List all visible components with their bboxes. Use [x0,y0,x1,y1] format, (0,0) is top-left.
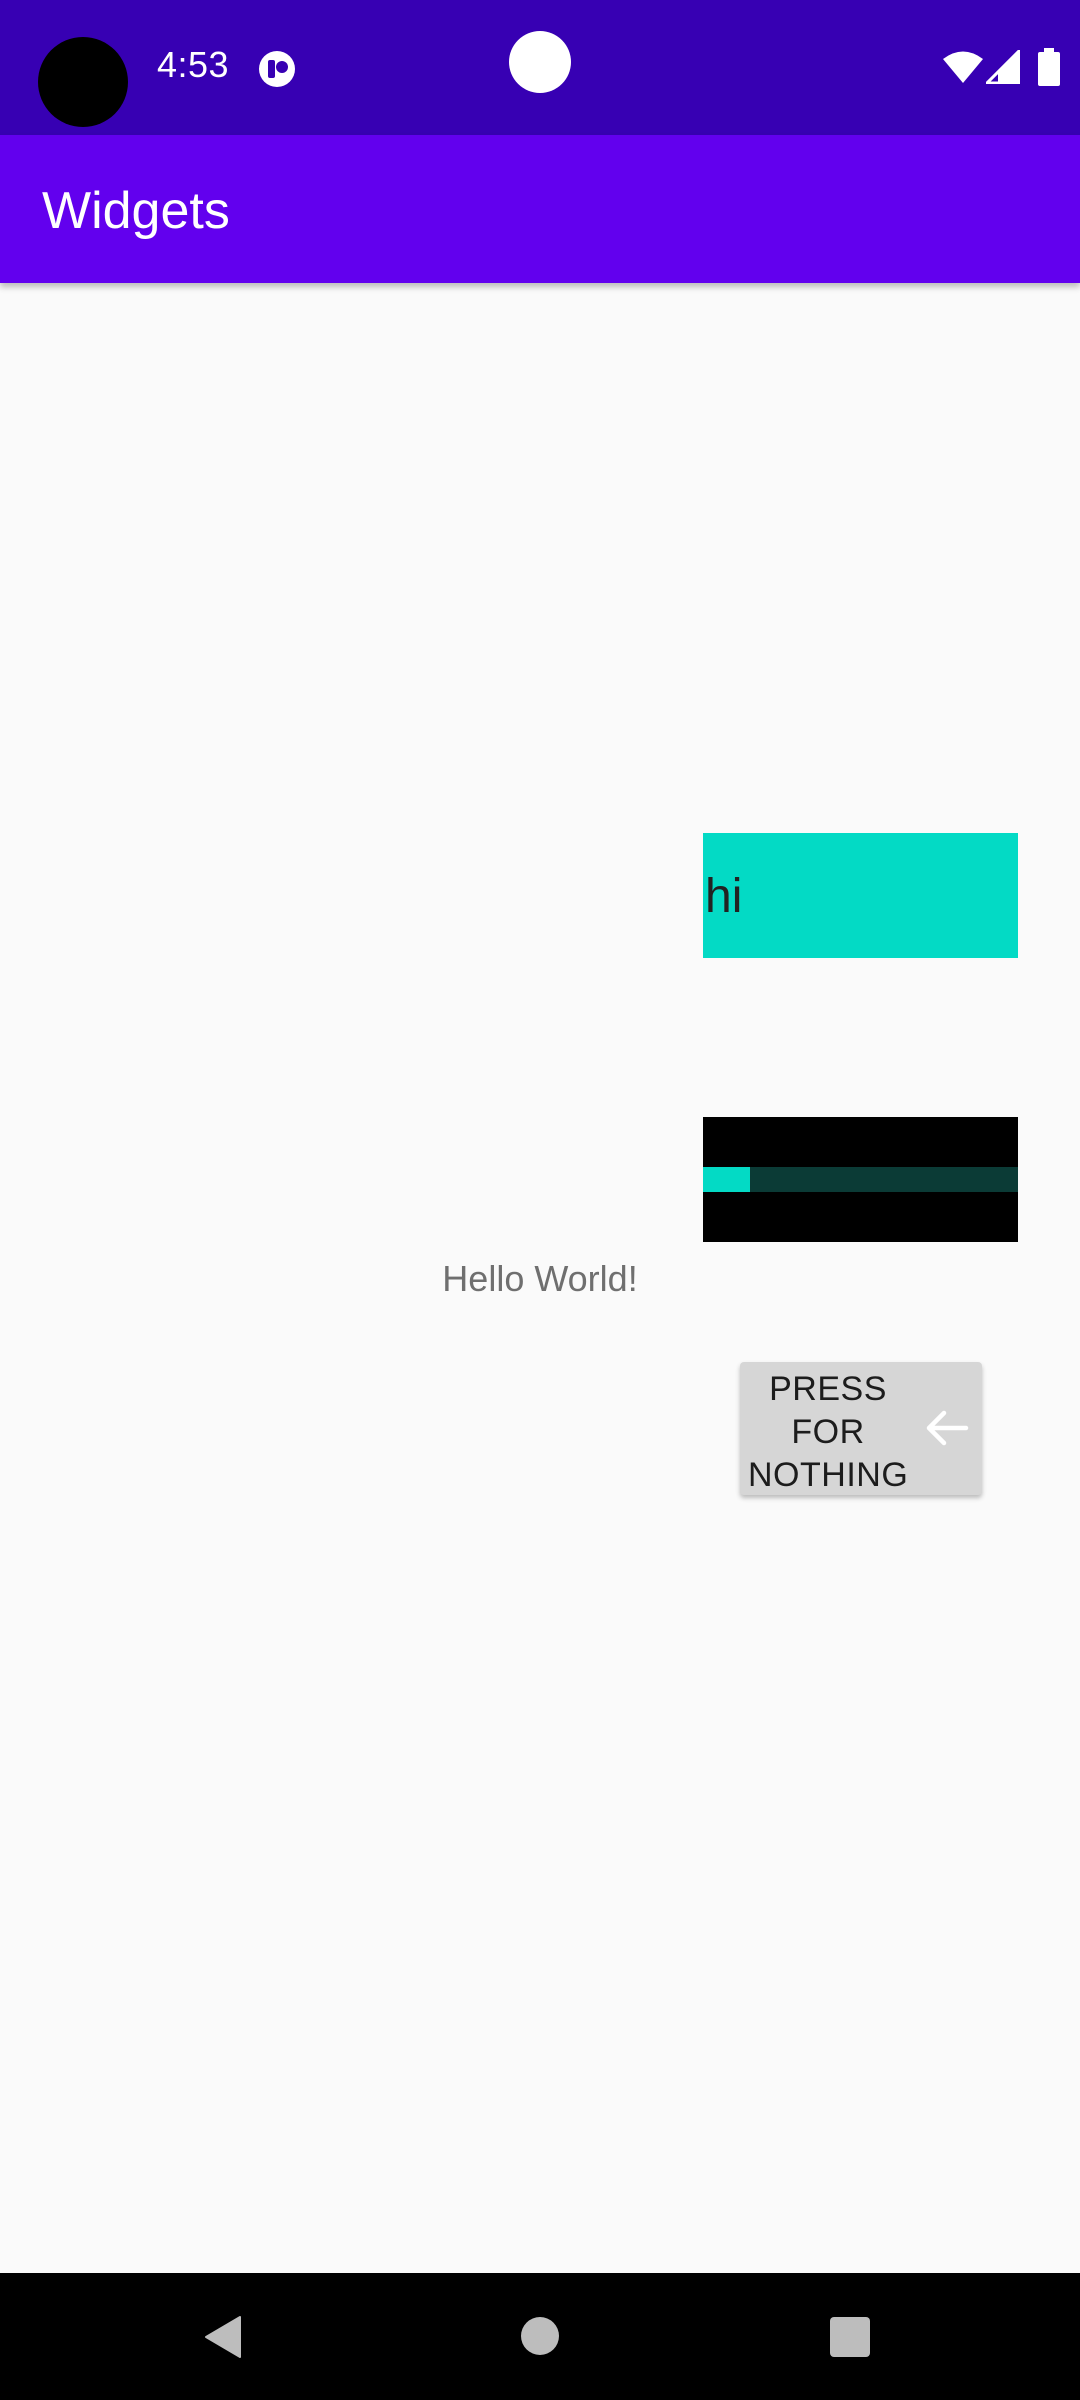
app-bar: Widgets [0,135,1080,283]
cell-signal-icon [986,50,1020,84]
hello-world-text: Hello World! [442,1258,638,1299]
text-input-box[interactable]: hi [703,833,1018,958]
arrow-left-icon [926,1410,969,1446]
progress-track [703,1167,1018,1192]
progress-bar-container [703,1117,1018,1242]
wifi-icon [943,51,983,83]
camera-cutout-icon [38,37,128,127]
status-time: 4:53 [157,44,230,85]
app-screen: 4:53 Widgets hi Hello World! PRESS FOR N… [0,0,1080,2400]
status-bar: 4:53 [0,0,1080,135]
home-icon[interactable] [521,2317,559,2355]
text-input-value: hi [705,870,743,923]
front-camera-icon [509,31,571,93]
battery-icon [1038,48,1060,86]
navigation-bar [0,2273,1080,2400]
button-label: PRESS FOR NOTHING [748,1370,909,1494]
recents-icon[interactable] [830,2317,870,2357]
press-for-nothing-button[interactable]: PRESS FOR NOTHING [740,1362,982,1495]
notification-app-icon [259,51,295,87]
app-title: Widgets [42,182,230,240]
progress-fill [703,1167,751,1192]
back-icon[interactable] [200,2313,248,2361]
